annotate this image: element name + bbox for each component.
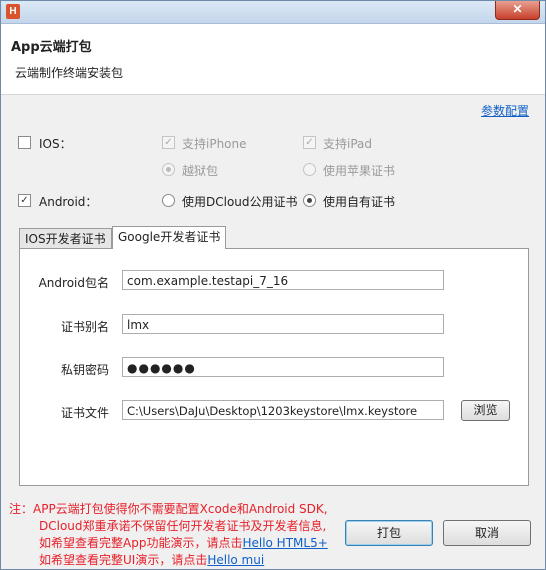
dialog-header: App云端打包 云端制作终端安装包	[1, 24, 545, 95]
package-input[interactable]: com.example.testapi_7_16	[122, 270, 444, 290]
config-link[interactable]: 参数配置	[481, 102, 529, 119]
android-checkbox[interactable]: ✓	[18, 194, 31, 207]
pack-button[interactable]: 打包	[345, 520, 433, 546]
support-iphone-label: 支持iPhone	[182, 137, 247, 151]
support-ipad-label: 支持iPad	[323, 137, 373, 151]
cert-file-input[interactable]: C:\Users\DaJu\Desktop\1203keystore\lmx.k…	[122, 400, 444, 420]
dialog-window: H ✕ App云端打包 云端制作终端安装包 参数配置 IOS： ✓ 支持iPho…	[0, 0, 546, 570]
ios-checkbox[interactable]	[18, 136, 31, 149]
apple-cert-radio[interactable]	[303, 163, 316, 176]
alias-input[interactable]: lmx	[122, 314, 444, 334]
note-line-2: DCloud郑重承诺不保留任何开发者证书及开发者信息,	[39, 519, 327, 533]
dcloud-cert-radio[interactable]	[162, 194, 175, 207]
note-line-3-text: 如希望查看完整App功能演示，请点击	[39, 536, 243, 550]
tab-ios-cert[interactable]: IOS开发者证书	[19, 228, 112, 249]
close-button[interactable]: ✕	[495, 1, 540, 20]
cancel-button[interactable]: 取消	[443, 520, 531, 546]
note-line-4-text: 如希望查看完整UI演示，请点击	[39, 553, 208, 567]
alias-label: 证书别名	[60, 320, 109, 334]
own-cert-label: 使用自有证书	[323, 195, 396, 209]
hello-mui-link[interactable]: Hello mui	[207, 553, 264, 567]
apple-cert-label: 使用苹果证书	[323, 164, 396, 178]
footer-note: 注：APP云端打包使得你不需要配置Xcode和Android SDK, DClo…	[9, 501, 328, 569]
note-line-1: 注：APP云端打包使得你不需要配置Xcode和Android SDK,	[9, 502, 328, 516]
title-bar: H ✕	[1, 1, 545, 24]
tab-google-cert[interactable]: Google开发者证书	[112, 226, 227, 249]
dcloud-cert-label: 使用DCloud公用证书	[182, 195, 298, 209]
own-cert-radio[interactable]	[303, 194, 316, 207]
hbuilder-icon: H	[6, 4, 20, 19]
password-input[interactable]: ●●●●●●	[122, 357, 444, 377]
browse-button[interactable]: 浏览	[461, 400, 510, 421]
page-subtitle: 云端制作终端安装包	[15, 66, 124, 80]
hello-html5-link[interactable]: Hello HTML5+	[242, 536, 327, 550]
support-iphone-checkbox[interactable]: ✓	[162, 136, 175, 149]
password-label: 私钥密码	[60, 363, 109, 377]
android-label: Android：	[39, 195, 98, 209]
jailbreak-label: 越狱包	[182, 164, 219, 178]
support-ipad-checkbox[interactable]: ✓	[303, 136, 316, 149]
package-label: Android包名	[38, 276, 109, 290]
page-title: App云端打包	[11, 40, 92, 55]
jailbreak-radio[interactable]	[162, 163, 175, 176]
ios-label: IOS：	[39, 137, 72, 151]
cert-file-label: 证书文件	[60, 406, 109, 420]
